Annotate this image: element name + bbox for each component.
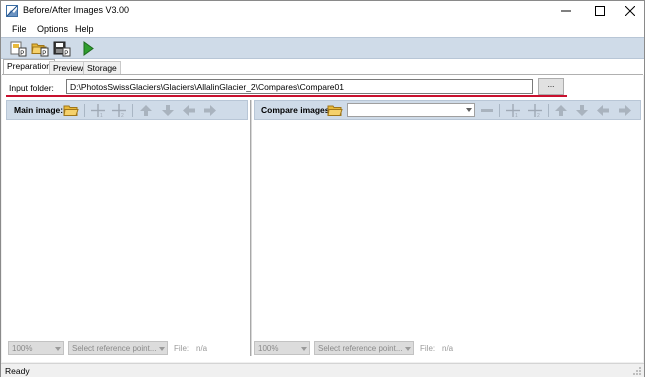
toolbar-separator [84,104,85,117]
window-title: Before/After Images V3.00 [23,5,130,15]
main-file-value: n/a [196,344,208,353]
toolbar-separator [548,104,549,117]
compare-zoom-select[interactable]: 100% [254,341,310,355]
main-image-label: Main image: [14,105,64,115]
svg-text:2: 2 [537,113,540,118]
minimize-icon [561,10,571,12]
chevron-down-icon [55,347,61,351]
folder-underline-divider [6,95,567,97]
main-zoom-select[interactable]: 100% [8,341,64,355]
run-icon[interactable] [79,40,97,57]
tab-preview[interactable]: Preview [49,61,88,75]
browse-folder-button[interactable]: ... [538,78,564,95]
tab-strip: Preparation Preview Storage [1,59,644,75]
main-image-footer: 100% Select reference point... File: n/a [8,341,248,356]
menu-bar: File Options Help [1,21,644,37]
tab-storage[interactable]: Storage [83,61,121,75]
tab-preparation[interactable]: Preparation [3,59,55,75]
arrow-left-icon[interactable] [181,103,197,118]
compare-image-select[interactable] [347,103,475,117]
main-zoom-value: 100% [12,344,33,353]
app-logo-icon [6,5,18,17]
chevron-down-icon [301,347,307,351]
main-reference-placeholder: Select reference point... [72,344,157,353]
input-folder-field[interactable]: D:\PhotosSwissGlaciers\Glaciers\AllalinG… [66,79,533,94]
remove-icon[interactable] [479,103,495,118]
input-folder-label: Input folder: [9,83,54,93]
arrow-right-icon[interactable] [617,103,633,118]
arrow-up-icon[interactable] [138,103,154,118]
arrow-down-icon[interactable] [160,103,176,118]
menu-file[interactable]: File [12,24,27,34]
compare-images-label: Compare images: [261,105,333,115]
compare-image-canvas[interactable] [254,121,641,340]
svg-text:P: P [42,51,46,57]
app-window: Before/After Images V3.00 File Options H… [0,0,645,377]
main-image-canvas[interactable] [6,121,248,340]
menu-help[interactable]: Help [75,24,94,34]
resize-grip-icon[interactable] [632,366,642,376]
menu-options[interactable]: Options [37,24,68,34]
crosshair-2-icon[interactable]: 2 [111,103,127,118]
compare-zoom-value: 100% [258,344,279,353]
arrow-down-icon[interactable] [574,103,590,118]
save-project-icon[interactable]: P [53,40,71,57]
svg-text:P: P [64,51,68,57]
main-toolbar: P P P [1,37,644,59]
maximize-icon [595,6,605,16]
crosshair-1-icon[interactable]: 1 [505,103,521,118]
arrow-up-icon[interactable] [553,103,569,118]
close-button[interactable] [614,1,645,21]
compare-images-toolbar: Compare images: 1 2 [254,100,641,120]
svg-text:1: 1 [100,113,103,118]
main-reference-select[interactable]: Select reference point... [68,341,168,355]
compare-image-footer: 100% Select reference point... File: n/a [254,341,641,356]
compare-reference-placeholder: Select reference point... [318,344,403,353]
arrow-left-icon[interactable] [595,103,611,118]
open-folder-icon[interactable] [327,103,343,118]
compare-reference-select[interactable]: Select reference point... [314,341,414,355]
status-bar: Ready [1,363,644,377]
open-project-icon[interactable]: P [31,40,49,57]
open-folder-icon[interactable] [63,103,79,118]
svg-text:1: 1 [515,113,518,118]
status-text: Ready [5,366,30,376]
maximize-button[interactable] [584,1,616,21]
svg-text:2: 2 [121,113,124,118]
main-image-toolbar: Main image: 1 2 [6,100,248,120]
close-icon [625,6,635,16]
title-bar: Before/After Images V3.00 [1,1,644,21]
crosshair-2-icon[interactable]: 2 [527,103,543,118]
chevron-down-icon [405,347,411,351]
toolbar-separator [132,104,133,117]
chevron-down-icon [159,347,165,351]
compare-file-label: File: [420,344,436,353]
pane-splitter[interactable] [250,100,252,356]
svg-text:P: P [20,51,24,57]
compare-file-value: n/a [442,344,454,353]
arrow-right-icon[interactable] [202,103,218,118]
new-project-icon[interactable]: P [9,40,27,57]
main-file-label: File: [174,344,190,353]
preparation-panel: Input folder: D:\PhotosSwissGlaciers\Gla… [2,74,643,362]
minimize-button[interactable] [550,1,582,21]
toolbar-separator [499,104,500,117]
crosshair-1-icon[interactable]: 1 [90,103,106,118]
chevron-down-icon [466,108,472,112]
